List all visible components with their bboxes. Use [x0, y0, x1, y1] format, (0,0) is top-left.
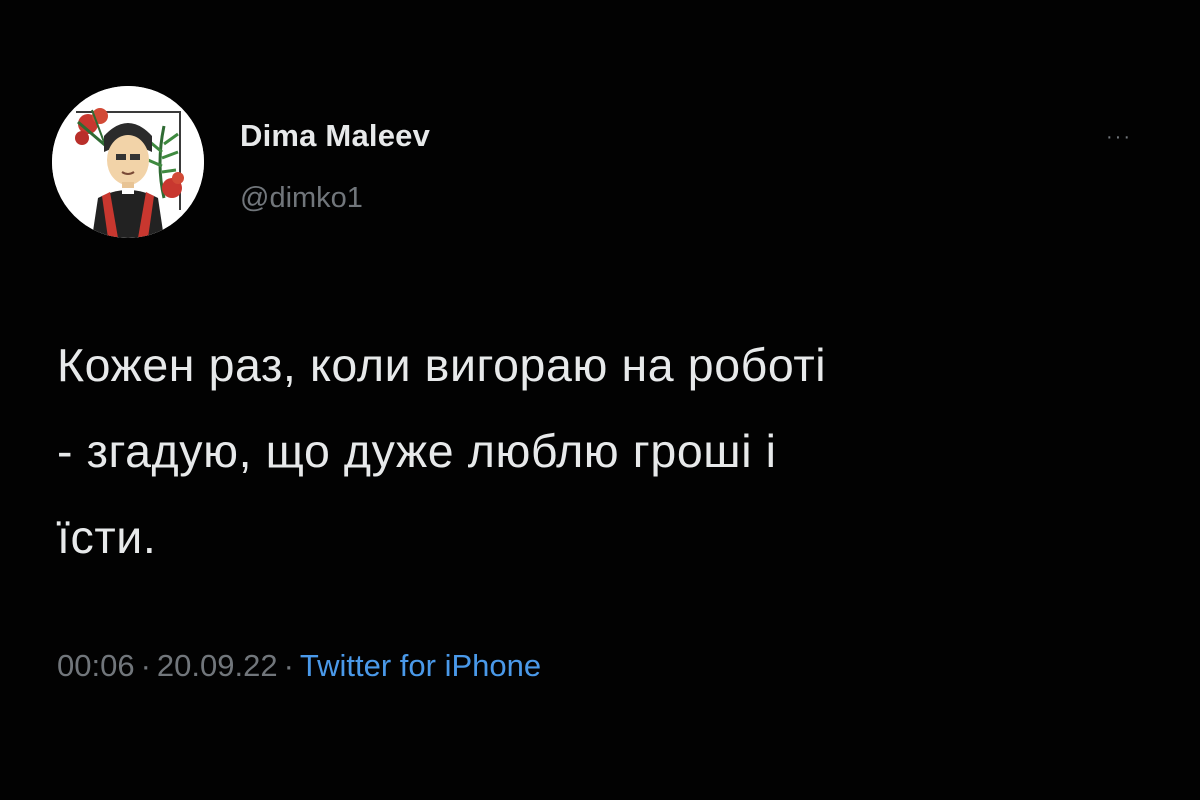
tweet-time: 00:06 [57, 648, 135, 683]
author-handle[interactable]: @dimko1 [240, 182, 363, 215]
tweet-date: 20.09.22 [156, 648, 278, 683]
meta-separator: · [140, 648, 151, 683]
avatar-illustration-icon [52, 86, 204, 238]
tweet-metadata: 00:06 · 20.09.22 · Twitter for iPhone [57, 648, 541, 684]
more-options-icon[interactable]: ··· [1097, 122, 1141, 152]
meta-separator: · [283, 648, 294, 683]
tweet-source-link[interactable]: Twitter for iPhone [300, 648, 541, 683]
tweet-text: Кожен раз, коли вигораю на роботі - згад… [57, 339, 827, 563]
author-display-name[interactable]: Dima Maleev [240, 118, 430, 154]
tweet-card: Dima Maleev @dimko1 ··· Кожен раз, коли … [0, 0, 1200, 800]
author-avatar[interactable] [52, 86, 204, 238]
